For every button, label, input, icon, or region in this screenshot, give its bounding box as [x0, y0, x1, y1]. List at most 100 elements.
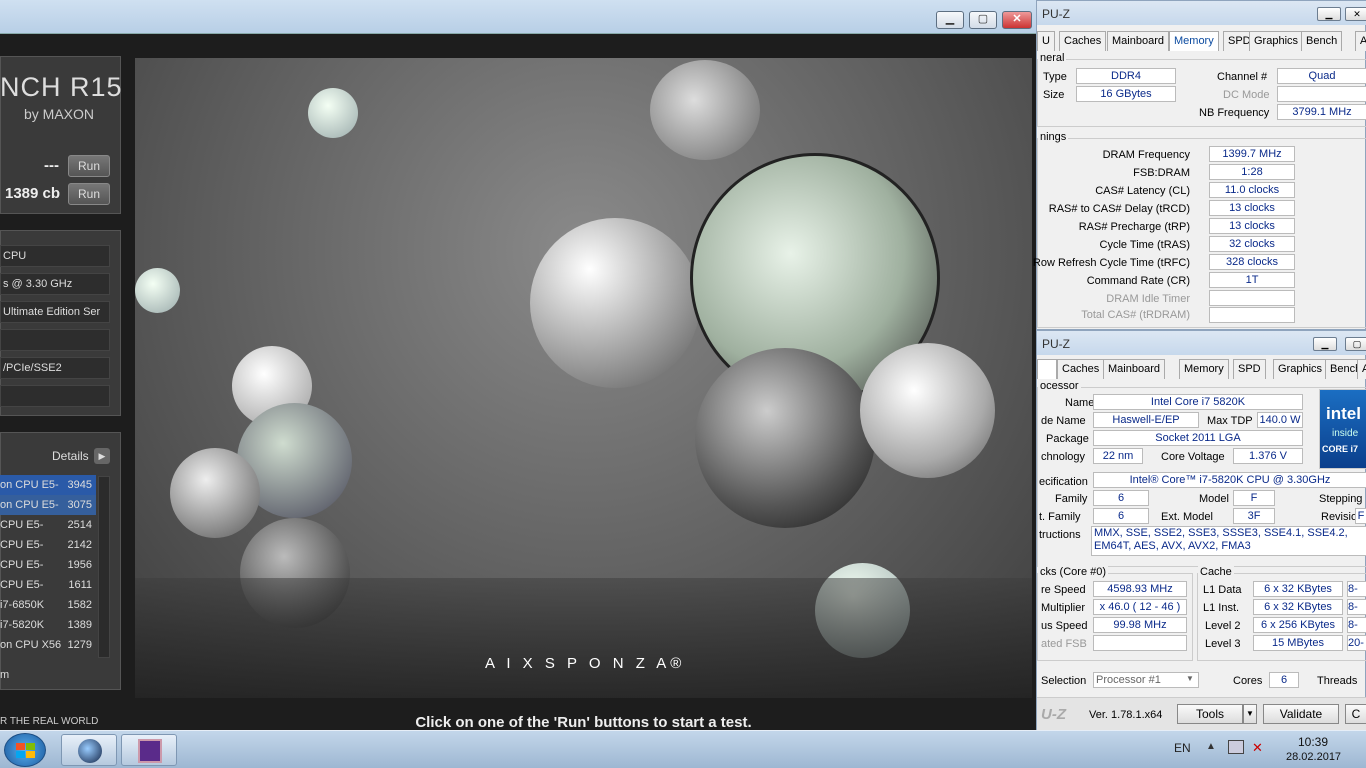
maximize-button[interactable]: ▢ [1345, 337, 1366, 351]
ranking-row[interactable]: CPU E5- 1956 [0, 555, 96, 575]
cinebench-logo: NCH R15 [0, 72, 123, 102]
tab-bar: U Caches Mainboard Memory SPD Graphics B… [1037, 31, 1366, 51]
ranking-row[interactable]: on CPU X56 1279 [0, 635, 96, 655]
tab-cpu[interactable]: U [1037, 31, 1055, 51]
threads-label: Threads [1317, 675, 1358, 687]
tools-button[interactable]: Tools [1177, 704, 1243, 724]
tab-mainboard[interactable]: Mainboard [1107, 31, 1169, 51]
type-label: Type [1043, 71, 1067, 83]
nbfreq-label: NB Frequency [1199, 107, 1270, 119]
cinebench-titlebar[interactable]: ▁ ▢ ✕ [0, 0, 1036, 34]
cores-value: 6 [1269, 672, 1299, 688]
cpuz-cpu-titlebar[interactable]: PU-Z ▁ ▢ [1037, 331, 1366, 355]
size-value: 16 GBytes [1076, 86, 1176, 102]
taskbar-cinebench[interactable] [61, 734, 117, 766]
ranking-row[interactable]: i7-6850K 1582 [0, 595, 96, 615]
window-title: PU-Z [1042, 337, 1070, 351]
windows-logo-icon [16, 743, 25, 750]
tab-bench[interactable]: Bench [1301, 31, 1343, 51]
intel-logo-text: intel [1326, 404, 1361, 423]
tab-caches[interactable]: Caches [1059, 31, 1107, 51]
minimize-button[interactable]: ▁ [1313, 337, 1337, 351]
tab-cpu[interactable] [1037, 359, 1057, 379]
close-button[interactable]: ✕ [1345, 7, 1366, 21]
timing-label: Cycle Time (tRAS) [1099, 239, 1190, 251]
tab-about[interactable]: Ab [1357, 359, 1366, 379]
render-sphere [530, 218, 700, 388]
ranking-row[interactable]: CPU E5- 1611 [0, 575, 96, 595]
timing-value: 13 clocks [1209, 200, 1295, 216]
tab-bar: Caches Mainboard Memory SPD Graphics Ben… [1037, 359, 1366, 379]
intel-logo-core: CORE i7 [1322, 444, 1359, 454]
minimize-button[interactable]: ▁ [1317, 7, 1341, 21]
extfamily-label: t. Family [1039, 511, 1081, 523]
render-sphere [860, 343, 995, 478]
maxtdp-label: Max TDP [1207, 415, 1253, 427]
name-label: Name [1065, 397, 1095, 409]
timing-label: DRAM Idle Timer [1106, 293, 1190, 305]
cores-label: Cores [1233, 675, 1263, 687]
validate-button[interactable]: Validate [1263, 704, 1339, 724]
tab-mainboard[interactable]: Mainboard [1103, 359, 1165, 379]
taskbar-cpuz[interactable] [121, 734, 177, 766]
instructions-label: tructions [1039, 529, 1081, 541]
ranking-row[interactable]: i7-5820K 1389 [0, 615, 96, 635]
timing-label: FSB:DRAM [1133, 167, 1190, 179]
clock-time[interactable]: 10:39 [1298, 735, 1328, 749]
cpuz-brand: U-Z [1041, 706, 1066, 723]
processor-label: ocessor [1038, 380, 1081, 392]
codename-value: Haswell-E/EP [1093, 412, 1199, 428]
dcmode-label: DC Mode [1223, 89, 1270, 101]
nbfreq-value: 3799.1 MHz [1277, 104, 1366, 120]
cache-assoc-value: 8- [1347, 581, 1366, 597]
run-cpu-button[interactable]: Run [68, 183, 110, 205]
ranking-row[interactable]: on CPU E5- 3945 [0, 475, 96, 495]
multiplier-label: Multiplier [1041, 602, 1086, 614]
maximize-button[interactable]: ▢ [969, 11, 997, 29]
ranking-row[interactable]: CPU E5- 2142 [0, 535, 96, 555]
tab-graphics[interactable]: Graphics [1249, 31, 1304, 51]
timing-label: RAS# Precharge (tRP) [1078, 221, 1190, 233]
windows-logo-icon [26, 743, 35, 750]
intel-logo: intel inside CORE i7 [1319, 389, 1366, 469]
tools-dropdown-icon[interactable]: ▼ [1243, 704, 1257, 724]
corespeed-value: 4598.93 MHz [1093, 581, 1187, 597]
package-label: Package [1046, 433, 1089, 445]
clock-date[interactable]: 28.02.2017 [1286, 751, 1341, 763]
info-os: Ultimate Edition Ser [0, 301, 110, 323]
start-button[interactable] [4, 733, 46, 767]
minimize-button[interactable]: ▁ [936, 11, 964, 29]
model-label: Model [1199, 493, 1229, 505]
close-button[interactable]: ✕ [1002, 11, 1032, 29]
volume-muted-icon[interactable]: ✕ [1252, 740, 1263, 756]
details-label: Details [52, 449, 89, 463]
details-arrow-icon[interactable]: ▶ [94, 448, 110, 464]
tab-caches[interactable]: Caches [1057, 359, 1105, 379]
close-button[interactable]: C [1345, 704, 1366, 724]
chevron-down-icon[interactable]: ▼ [1183, 674, 1197, 686]
tab-memory[interactable]: Memory [1179, 359, 1229, 379]
ratedfsb-value [1093, 635, 1187, 651]
cpuz-memory-window: PU-Z ▁ ✕ U Caches Mainboard Memory SPD G… [1033, 0, 1366, 330]
ranking-scrollbar[interactable] [98, 476, 110, 658]
run-opengl-button[interactable]: Run [68, 155, 110, 177]
ratedfsb-label: ated FSB [1041, 638, 1087, 650]
extmodel-value: 3F [1233, 508, 1275, 524]
tray-expand-icon[interactable]: ▲ [1206, 741, 1216, 752]
clocks-label: cks (Core #0) [1038, 566, 1109, 578]
info-gfx: /PCIe/SSE2 [0, 357, 110, 379]
general-label: neral [1038, 52, 1067, 64]
windows-logo-icon [16, 751, 25, 758]
cpu-score: 1389 cb [5, 185, 61, 202]
tab-memory[interactable]: Memory [1169, 31, 1219, 51]
tab-about[interactable]: A [1355, 31, 1366, 51]
tab-graphics[interactable]: Graphics [1273, 359, 1328, 379]
aixsponza-logo: A I X S P O N Z A® [485, 655, 686, 672]
network-icon[interactable] [1228, 740, 1244, 754]
cpuz-memory-titlebar[interactable]: PU-Z ▁ ✕ [1037, 1, 1366, 25]
tab-spd[interactable]: SPD [1233, 359, 1266, 379]
ranking-row[interactable]: CPU E5- 2514 [0, 515, 96, 535]
language-indicator[interactable]: EN [1174, 741, 1191, 755]
ranking-row[interactable]: on CPU E5- 3075 [0, 495, 96, 515]
cpuz-cpu-window: PU-Z ▁ ▢ Caches Mainboard Memory SPD Gra… [1036, 330, 1366, 731]
